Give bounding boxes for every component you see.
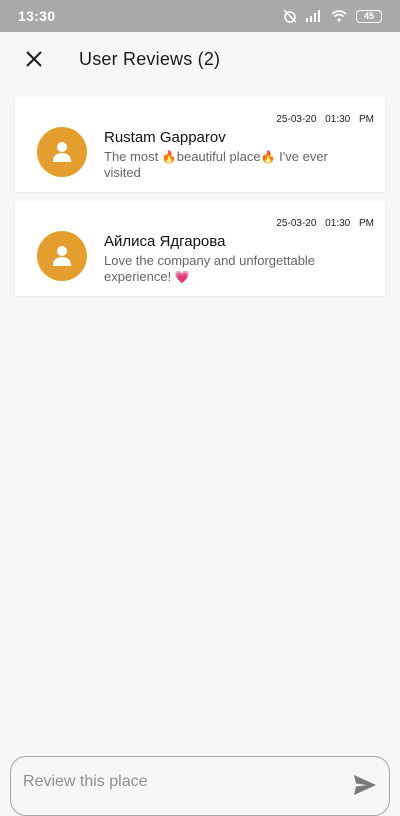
send-icon[interactable] xyxy=(353,774,377,796)
review-date: 25-03-20 01:30 PM xyxy=(276,218,374,229)
review-date: 25-03-20 01:30 PM xyxy=(276,114,374,125)
reviewer-name: Айлиса Ядгарова xyxy=(104,233,226,250)
heart-emoji: 💗 xyxy=(174,270,190,284)
fire-emoji: 🔥 xyxy=(161,150,177,164)
reviewer-name: Rustam Gapparov xyxy=(104,129,226,146)
fire-emoji: 🔥 xyxy=(260,150,276,164)
review-text: Love the company and unforgettable exper… xyxy=(104,253,316,284)
header: User Reviews (2) xyxy=(0,32,400,86)
review-body: Айлиса Ядгарова Love the company and unf… xyxy=(104,233,357,285)
user-icon xyxy=(53,246,71,266)
signal-icon xyxy=(306,10,320,22)
battery-icon: 45 xyxy=(356,9,382,23)
avatar xyxy=(37,231,87,281)
review-card: 25-03-20 01:30 PM Айлиса Ядгарова Love t… xyxy=(15,202,385,296)
status-time: 13:30 xyxy=(18,8,56,24)
review-card: 25-03-20 01:30 PM Rustam Gapparov The mo… xyxy=(15,98,385,192)
alarm-off-icon xyxy=(283,9,297,23)
review-text: The most 🔥beautiful place🔥 I've ever vis… xyxy=(104,149,328,180)
status-bar: 13:30 45 xyxy=(0,0,400,32)
page-title: User Reviews (2) xyxy=(79,48,221,69)
reviews-list: 25-03-20 01:30 PM Rustam Gapparov The mo… xyxy=(0,86,400,296)
review-body: Rustam Gapparov The most 🔥beautiful plac… xyxy=(104,129,357,181)
review-input-box xyxy=(10,756,390,816)
avatar xyxy=(37,127,87,177)
close-icon[interactable] xyxy=(24,49,44,69)
user-icon xyxy=(53,142,71,162)
status-icons: 45 xyxy=(283,9,382,23)
wifi-icon xyxy=(331,10,347,22)
review-input[interactable] xyxy=(23,773,323,791)
